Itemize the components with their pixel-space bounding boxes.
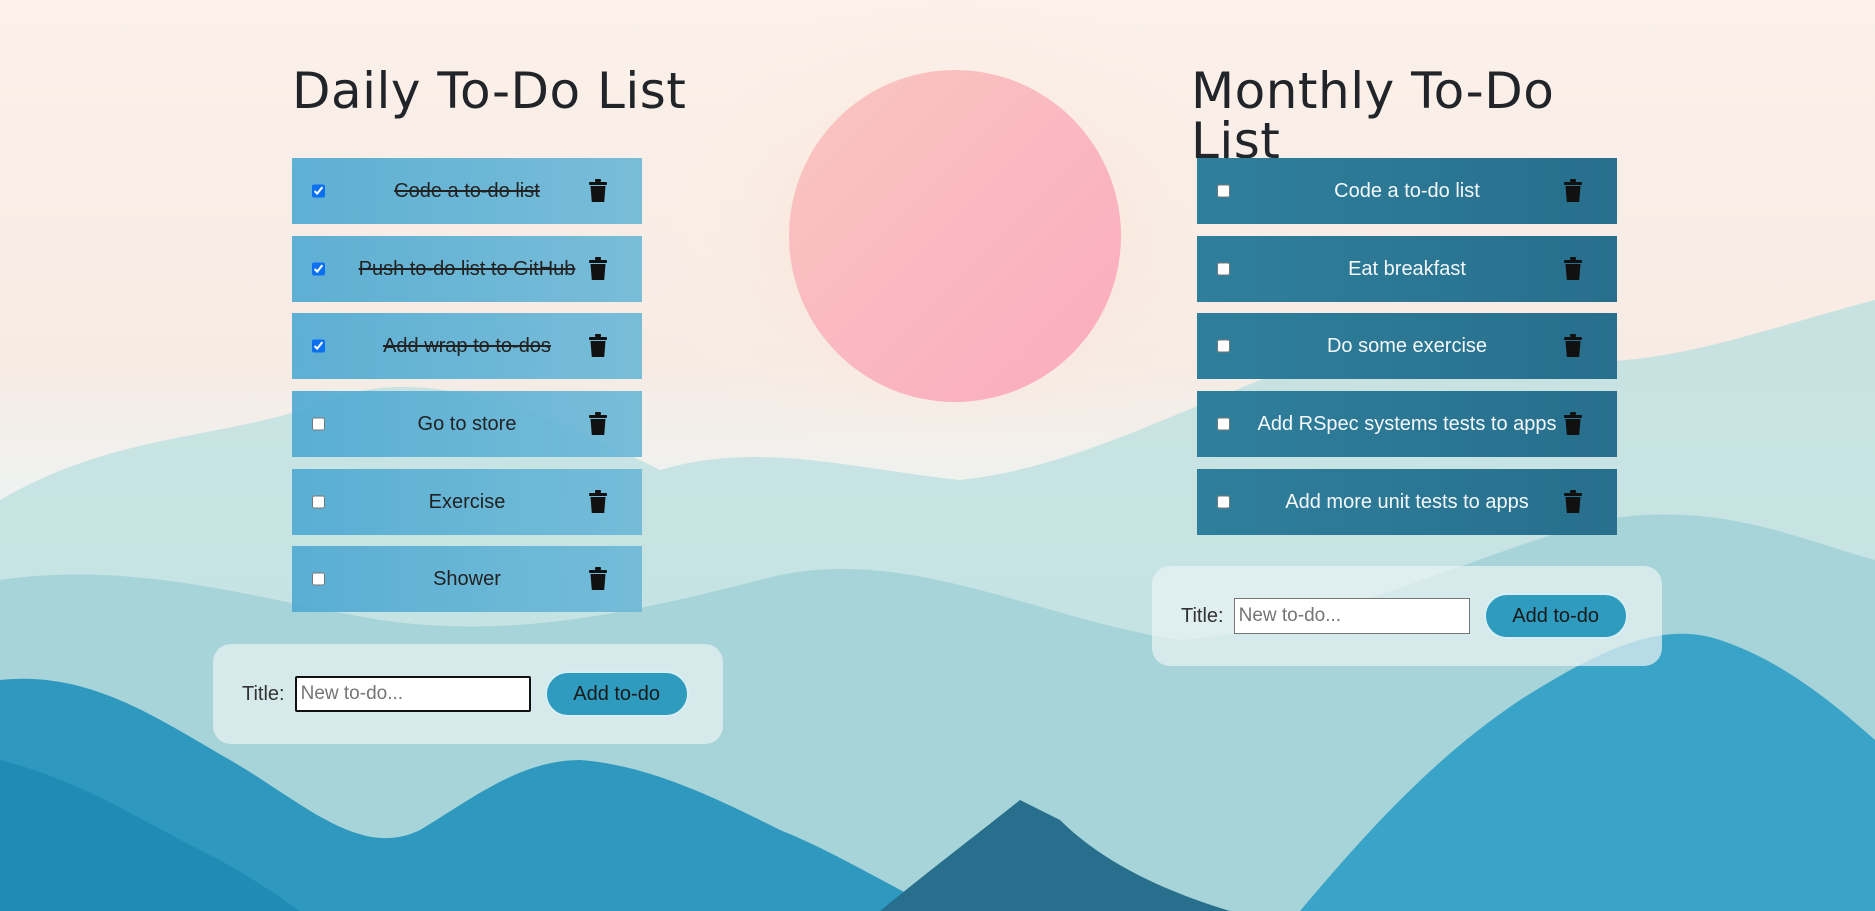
- todo-checkbox[interactable]: [1217, 262, 1230, 276]
- add-todo-button[interactable]: Add to-do: [1483, 593, 1628, 639]
- todo-checkbox[interactable]: [312, 184, 325, 198]
- todo-checkbox[interactable]: [1217, 495, 1230, 509]
- trash-icon[interactable]: [588, 179, 608, 203]
- trash-icon[interactable]: [588, 490, 608, 514]
- monthly-todo-item: Add RSpec systems tests to apps: [1197, 391, 1617, 457]
- daily-add-form: Title: Add to-do: [213, 644, 723, 744]
- todo-checkbox[interactable]: [312, 262, 325, 276]
- add-todo-button[interactable]: Add to-do: [544, 671, 689, 717]
- trash-icon[interactable]: [1563, 179, 1583, 203]
- daily-list-title: Daily To-Do List: [292, 62, 687, 120]
- todo-label: Add more unit tests to apps: [1285, 490, 1529, 513]
- monthly-todo-item: Eat breakfast: [1197, 236, 1617, 302]
- todo-label: Eat breakfast: [1348, 257, 1466, 280]
- daily-todo-item: Code a to-do list: [292, 158, 642, 224]
- todo-label: Code a to-do list: [1334, 179, 1480, 202]
- todo-label: Add wrap to to-dos: [383, 334, 551, 357]
- todo-checkbox[interactable]: [1217, 417, 1230, 431]
- daily-list-section: Daily To-Do List Code a to-do list Push …: [292, 62, 712, 612]
- trash-icon[interactable]: [588, 334, 608, 358]
- daily-todo-item: Add wrap to to-dos: [292, 313, 642, 379]
- todo-label: Add RSpec systems tests to apps: [1257, 412, 1557, 435]
- trash-icon[interactable]: [588, 412, 608, 436]
- title-label: Title:: [1181, 604, 1224, 627]
- trash-icon[interactable]: [588, 257, 608, 281]
- trash-icon[interactable]: [1563, 412, 1583, 436]
- monthly-list-title: Monthly To-Do List: [1191, 62, 1555, 170]
- trash-icon[interactable]: [588, 567, 608, 591]
- title-label: Title:: [242, 682, 285, 705]
- monthly-todo-item: Add more unit tests to apps: [1197, 469, 1617, 535]
- sun: [789, 70, 1121, 402]
- monthly-todo-item: Code a to-do list: [1197, 158, 1617, 224]
- todo-label: Go to store: [417, 412, 517, 435]
- daily-todo-item: Shower: [292, 546, 642, 612]
- todo-label: Shower: [433, 567, 501, 590]
- todo-checkbox[interactable]: [1217, 339, 1230, 353]
- daily-todo-item: Go to store: [292, 391, 642, 457]
- monthly-list-section: Monthly To-Do List Code a to-do list Eat…: [1191, 62, 1641, 535]
- monthly-add-form: Title: Add to-do: [1152, 566, 1662, 666]
- new-todo-input[interactable]: [1233, 598, 1470, 634]
- todo-checkbox[interactable]: [312, 495, 325, 509]
- todo-label: Do some exercise: [1326, 334, 1488, 357]
- todo-label: Exercise: [428, 490, 506, 513]
- todo-label: Code a to-do list: [394, 179, 540, 202]
- daily-todo-item: Exercise: [292, 469, 642, 535]
- monthly-todo-item: Do some exercise: [1197, 313, 1617, 379]
- todo-checkbox[interactable]: [1217, 184, 1230, 198]
- todo-checkbox[interactable]: [312, 572, 325, 586]
- todo-checkbox[interactable]: [312, 417, 325, 431]
- todo-checkbox[interactable]: [312, 339, 325, 353]
- trash-icon[interactable]: [1563, 257, 1583, 281]
- new-todo-input[interactable]: [294, 676, 531, 712]
- trash-icon[interactable]: [1563, 334, 1583, 358]
- daily-todo-item: Push to-do list to GitHub: [292, 236, 642, 302]
- todo-label: Push to-do list to GitHub: [358, 257, 576, 280]
- trash-icon[interactable]: [1563, 490, 1583, 514]
